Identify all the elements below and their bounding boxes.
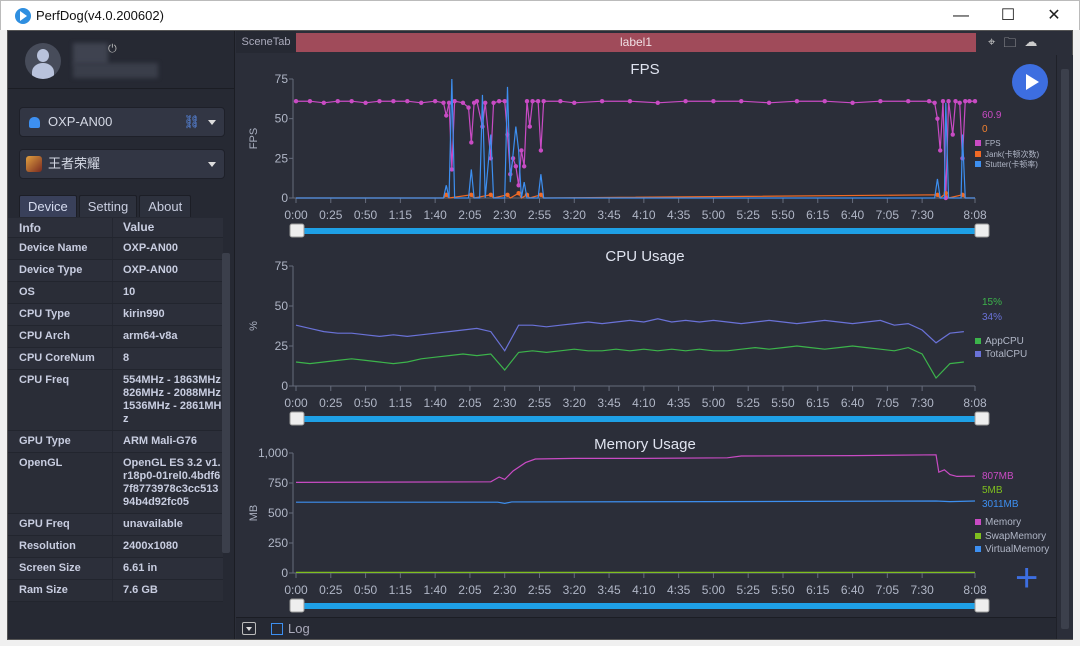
info-value: ARM Mali-G76 [123, 435, 197, 447]
account-blurred [73, 63, 158, 78]
log-checkbox[interactable] [271, 623, 283, 635]
table-row: CPU Type kirin990 [8, 304, 223, 326]
info-value: 554MHz - 1863MHz 826MHz - 2088MHz 1536MH… [123, 374, 222, 425]
info-value: arm64-v8a [123, 330, 178, 342]
table-row: CPU Freq 554MHz - 1863MHz 826MHz - 2088MH… [8, 370, 223, 431]
header-info: Info [8, 218, 113, 237]
info-value: OXP-AN00 [123, 264, 179, 276]
info-value: 8 [123, 352, 130, 364]
avatar[interactable] [25, 43, 61, 79]
log-label: Log [288, 621, 310, 636]
expand-dropdown-button[interactable] [242, 622, 256, 635]
app-body: ⏻ OXP-AN00 ⛓ 王者荣耀 Device Setting About I… [7, 30, 1073, 640]
info-value: OpenGL ES 3.2 v1.r18p0-01rel0.4bdf67f877… [123, 457, 221, 508]
info-key: Ram Size [8, 580, 113, 601]
info-key: GPU Freq [8, 514, 113, 535]
device-select[interactable]: OXP-AN00 ⛓ [19, 107, 225, 137]
bottom-bar: Log [236, 617, 1056, 639]
android-icon [29, 117, 40, 128]
table-header: Info Value [8, 218, 223, 238]
table-row: Screen Size 6.61 in [8, 558, 223, 580]
table-row: CPU CoreNum 8 [8, 348, 223, 370]
game-app-icon [26, 156, 42, 172]
username-blurred [73, 43, 108, 65]
table-row: OpenGL OpenGL ES 3.2 v1.r18p0-01rel0.4bdf… [8, 453, 223, 514]
main-panel: SceneTab label1 ⌖ 🗀 ☁ [236, 31, 1056, 639]
app-select-value: 王者荣耀 [48, 156, 101, 171]
minimize-button[interactable]: — [946, 5, 976, 27]
cloud-icon[interactable]: ☁ [1024, 34, 1037, 56]
info-key: Screen Size [8, 558, 113, 579]
info-value: kirin990 [123, 308, 165, 320]
info-key: CPU Arch [8, 326, 113, 347]
close-button[interactable]: ✕ [1039, 5, 1069, 27]
app-select[interactable]: 王者荣耀 [19, 149, 225, 179]
table-row: GPU Type ARM Mali-G76 [8, 431, 223, 453]
scrollbar-thumb[interactable] [1061, 69, 1069, 629]
header-value: Value [123, 220, 155, 234]
folder-icon[interactable]: 🗀 [1003, 34, 1016, 56]
window-title: PerfDog(v4.0.200602) [36, 8, 164, 23]
info-key: OpenGL [8, 453, 113, 513]
maximize-button[interactable]: ☐ [993, 5, 1023, 27]
label-bar[interactable]: label1 [296, 33, 976, 52]
toolbar-icons: ⌖ 🗀 ☁ [988, 34, 1037, 56]
info-value: 7.6 GB [123, 584, 158, 596]
usb-link-icon[interactable]: ⛓ [183, 108, 200, 136]
info-key: CPU CoreNum [8, 348, 113, 369]
info-key: GPU Type [8, 431, 113, 452]
device-info-table: Info Value Device Name OXP-AN00 Device Typ… [8, 218, 223, 638]
tab-device[interactable]: Device [19, 195, 77, 217]
plus-icon[interactable]: + [1015, 558, 1038, 598]
power-icon[interactable]: ⏻ [108, 43, 117, 56]
chevron-down-icon [208, 162, 216, 167]
location-icon[interactable]: ⌖ [988, 34, 995, 56]
info-value: 2400x1080 [123, 540, 179, 552]
table-scrollbar[interactable] [222, 253, 230, 553]
table-row: Device Type OXP-AN00 [8, 260, 223, 282]
user-profile: ⏻ [8, 31, 235, 89]
title-bar: PerfDog(v4.0.200602) — ☐ ✕ [0, 0, 1080, 30]
info-value: 6.61 in [123, 562, 158, 574]
info-value: OXP-AN00 [123, 242, 179, 254]
device-select-value: OXP-AN00 [48, 114, 113, 129]
table-row: GPU Freq unavailable [8, 514, 223, 536]
tab-setting[interactable]: Setting [78, 195, 138, 217]
info-key: CPU Type [8, 304, 113, 325]
info-key: Device Name [8, 238, 113, 259]
table-row: Device Name OXP-AN00 [8, 238, 223, 260]
sidebar-tabs: Device Setting About [19, 195, 192, 217]
info-key: Resolution [8, 536, 113, 557]
info-key: OS [8, 282, 113, 303]
info-key: CPU Freq [8, 370, 113, 430]
info-value: unavailable [123, 518, 183, 530]
chevron-down-icon [208, 120, 216, 125]
perfdog-logo-icon [15, 8, 31, 24]
table-row: Ram Size 7.6 GB [8, 580, 223, 602]
main-scrollbar[interactable] [1056, 55, 1073, 639]
sidebar: ⏻ OXP-AN00 ⛓ 王者荣耀 Device Setting About I… [8, 31, 235, 639]
scene-tab[interactable]: SceneTab [236, 31, 296, 53]
tab-about[interactable]: About [139, 195, 192, 217]
table-row: OS 10 [8, 282, 223, 304]
info-key: Device Type [8, 260, 113, 281]
table-row: CPU Arch arm64-v8a [8, 326, 223, 348]
info-value: 10 [123, 286, 136, 298]
table-row: Resolution 2400x1080 [8, 536, 223, 558]
play-button[interactable] [1012, 64, 1048, 100]
